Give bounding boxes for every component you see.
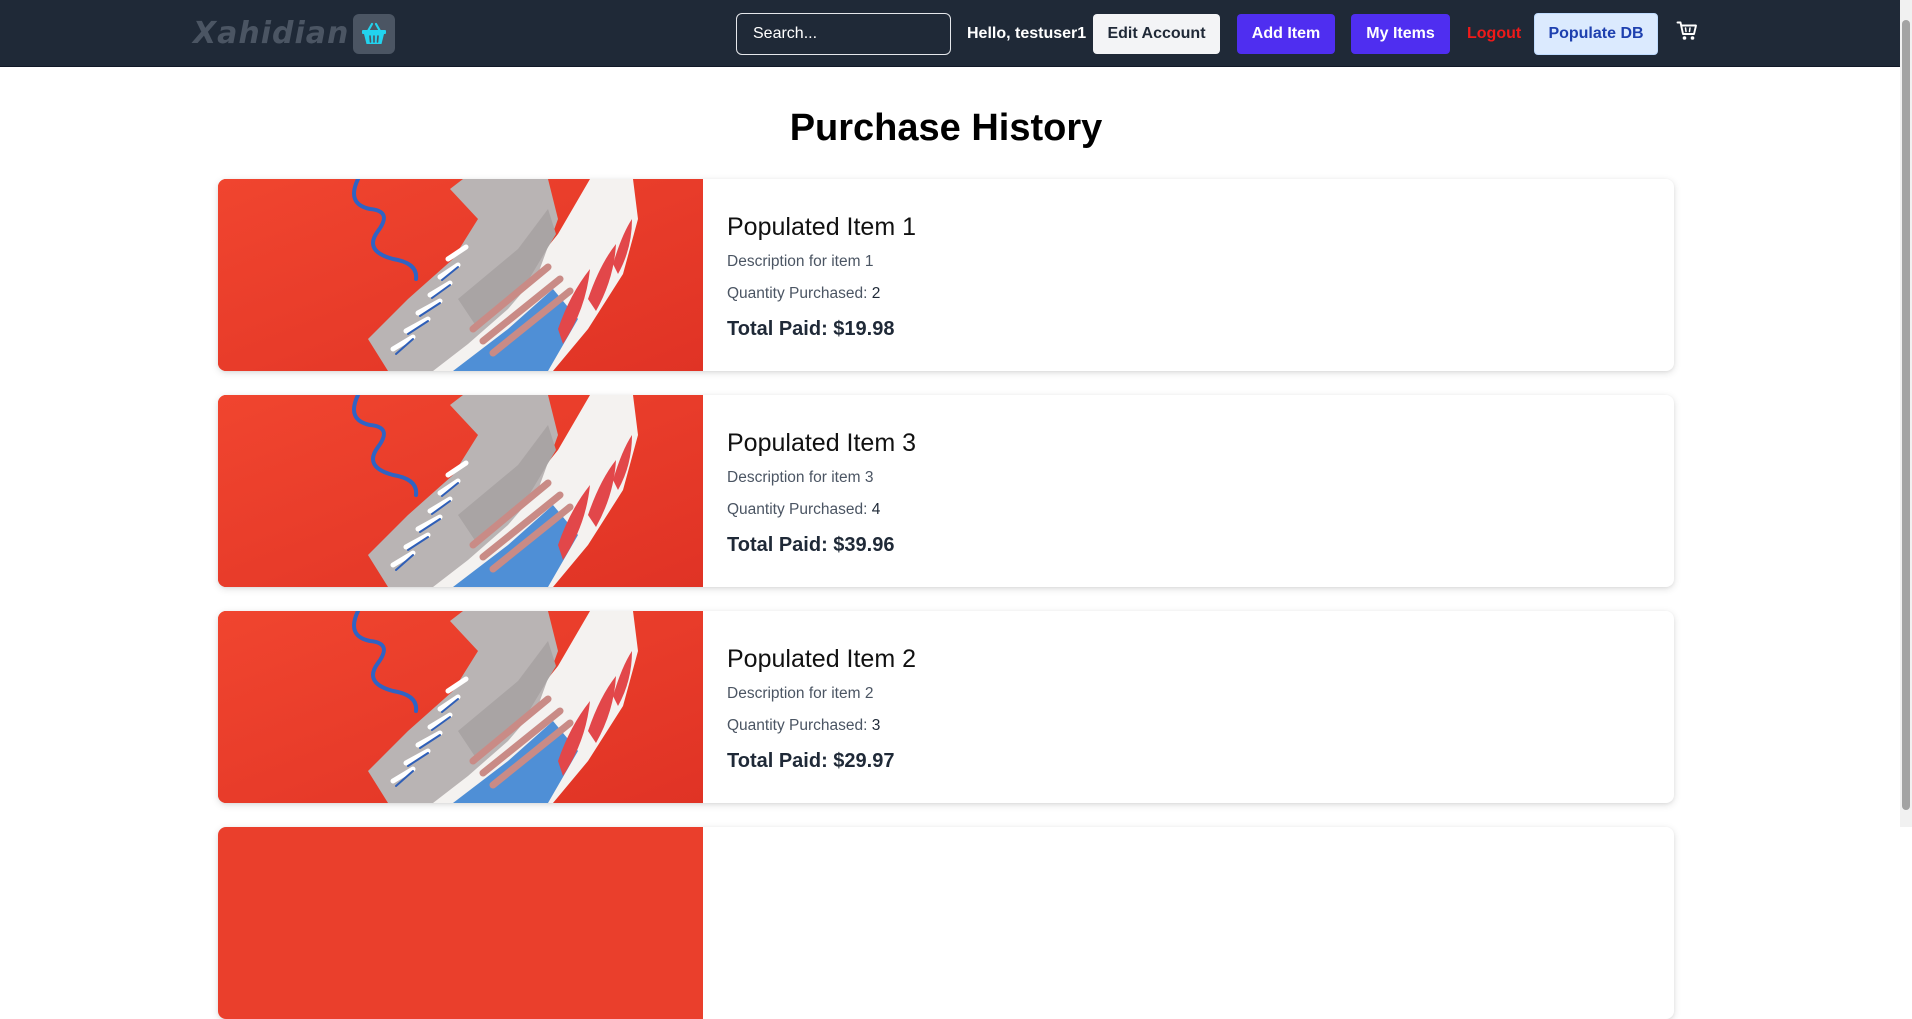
scrollbar-thumb[interactable] <box>1902 20 1910 810</box>
purchase-card: Populated Item 1 Description for item 1 … <box>218 179 1674 371</box>
quantity-label: Quantity Purchased: <box>727 501 872 518</box>
basket-icon <box>353 14 396 54</box>
card-body: Populated Item 2 Description for item 2 … <box>727 611 1674 803</box>
purchase-card: Populated Item 2 Description for item 2 … <box>218 611 1674 803</box>
quantity-value: 2 <box>871 285 881 302</box>
quantity-value: 3 <box>871 717 881 734</box>
item-quantity: Quantity Purchased: 4 <box>727 499 880 521</box>
my-items-button[interactable]: My Items <box>1351 14 1450 54</box>
card-body: Populated Item 3 Description for item 3 … <box>727 395 1674 587</box>
logout-link[interactable]: Logout <box>1467 22 1521 46</box>
item-quantity: Quantity Purchased: 3 <box>727 715 880 737</box>
user-greeting: Hello, testuser1 <box>967 25 1087 42</box>
product-image <box>218 179 703 371</box>
purchase-card: Populated Item 3 Description for item 3 … <box>218 395 1674 587</box>
populate-db-button[interactable]: Populate DB <box>1534 13 1658 55</box>
item-total: Total Paid: $29.97 <box>727 750 895 772</box>
product-image <box>218 827 703 1019</box>
add-item-button[interactable]: Add Item <box>1237 14 1335 54</box>
navbar: Xahidian Hello, testuser1 Edit Account A… <box>0 0 1900 67</box>
logo[interactable]: Xahidian <box>193 14 396 54</box>
item-description: Description for item 3 <box>727 469 874 486</box>
item-name: Populated Item 2 <box>727 645 917 673</box>
edit-account-button[interactable]: Edit Account <box>1093 14 1220 54</box>
quantity-label: Quantity Purchased: <box>727 285 872 302</box>
item-name: Populated Item 3 <box>727 429 917 457</box>
item-quantity: Quantity Purchased: 2 <box>727 283 880 305</box>
item-total: Total Paid: $39.96 <box>727 534 895 556</box>
page-title: Purchase History <box>789 107 1103 149</box>
logo-text: Xahidian <box>193 16 350 51</box>
item-total: Total Paid: $19.98 <box>727 318 895 340</box>
quantity-label: Quantity Purchased: <box>727 717 872 734</box>
card-body: Populated Item 1 Description for item 1 … <box>727 179 1674 371</box>
search-input[interactable] <box>736 13 951 55</box>
item-name: Populated Item 1 <box>727 213 917 241</box>
product-image <box>218 611 703 803</box>
item-description: Description for item 1 <box>727 253 874 270</box>
purchase-card-partial <box>218 827 1674 1019</box>
cart-icon[interactable] <box>1676 20 1698 42</box>
item-description: Description for item 2 <box>727 685 874 702</box>
quantity-value: 4 <box>871 501 881 518</box>
product-image <box>218 395 703 587</box>
